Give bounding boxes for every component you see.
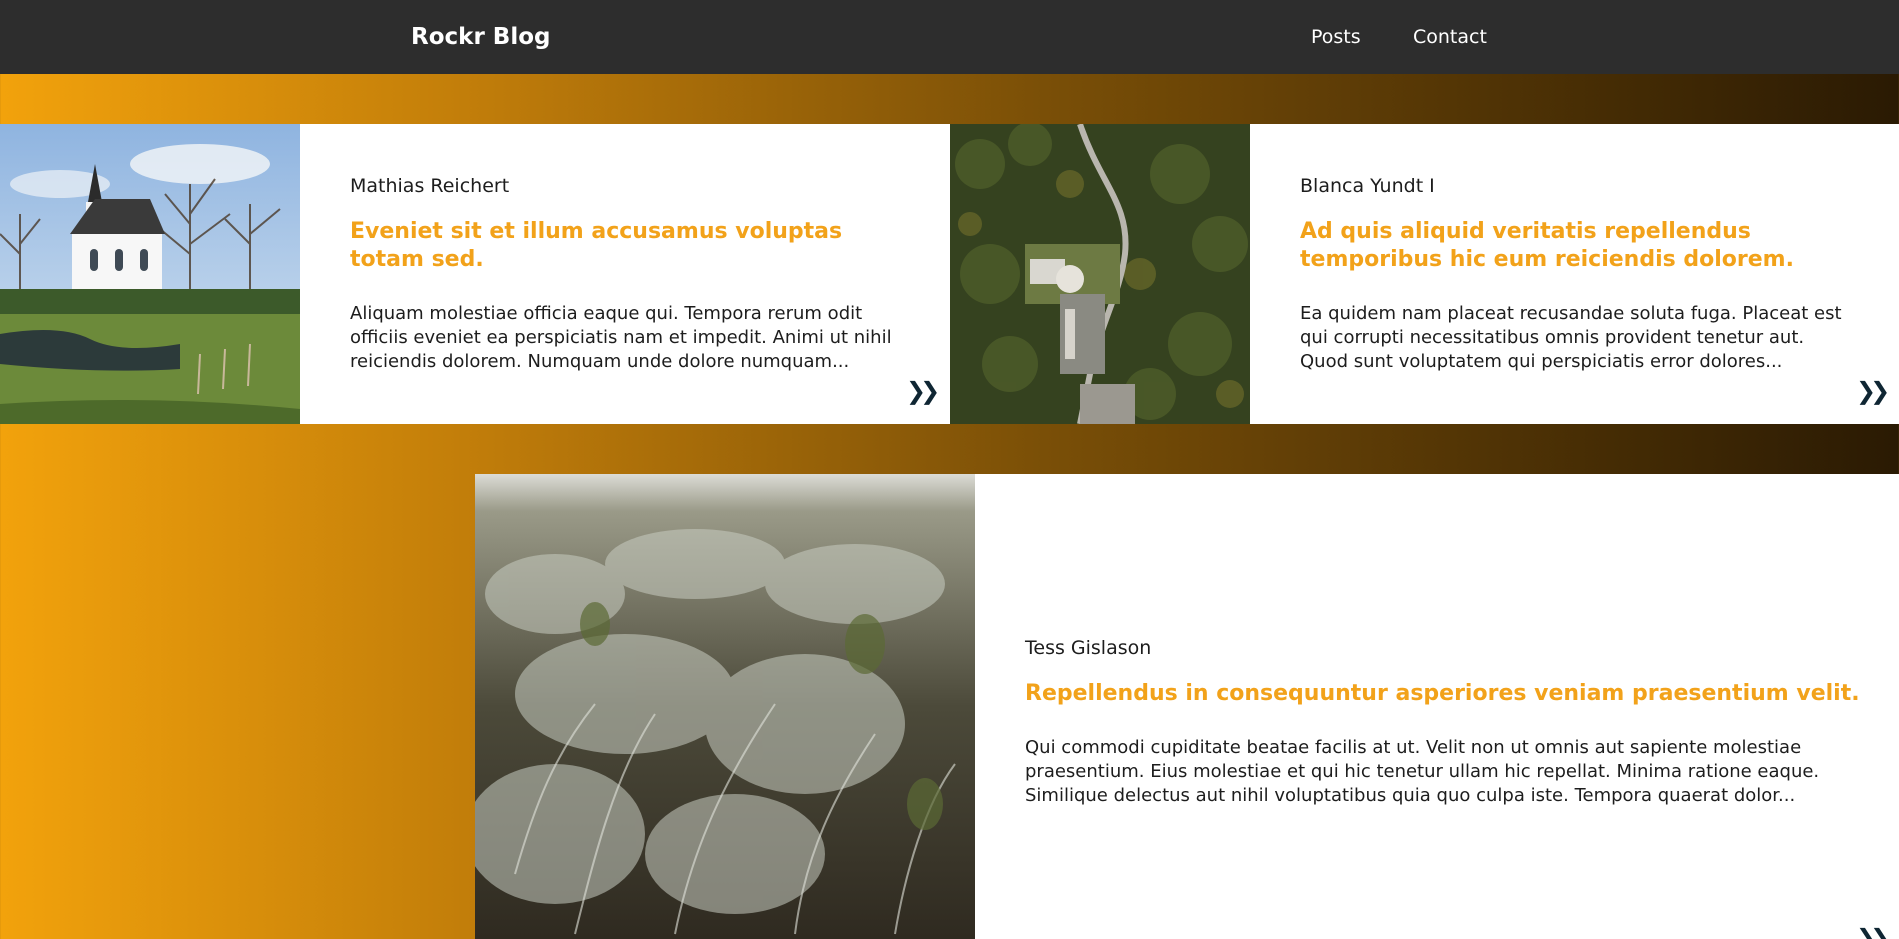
brand-logo-link[interactable]: Rockr Blog bbox=[411, 23, 550, 51]
post-image-church[interactable] bbox=[0, 124, 300, 424]
post-title[interactable]: Eveniet sit et illum accusamus voluptas … bbox=[350, 218, 910, 274]
double-chevron-right-icon[interactable]: ❯❯ bbox=[1856, 379, 1890, 403]
post-card[interactable]: Blanca Yundt I Ad quis aliquid veritatis… bbox=[950, 124, 1899, 424]
post-image-heather[interactable] bbox=[475, 474, 975, 939]
nav-contact-link[interactable]: Contact bbox=[1413, 25, 1487, 49]
post-title[interactable]: Ad quis aliquid veritatis repellendus te… bbox=[1300, 218, 1855, 274]
post-card[interactable]: Tess Gislason Repellendus in consequuntu… bbox=[475, 474, 1899, 939]
double-chevron-right-icon[interactable]: ❯❯ bbox=[906, 379, 940, 403]
post-author: Mathias Reichert bbox=[350, 175, 510, 197]
post-card-body: Mathias Reichert Eveniet sit et illum ac… bbox=[350, 174, 910, 374]
frosted-heather-photo bbox=[475, 474, 975, 939]
post-card-body: Tess Gislason Repellendus in consequuntu… bbox=[1025, 636, 1865, 808]
church-photo bbox=[0, 124, 300, 424]
post-excerpt: Aliquam molestiae officia eaque qui. Tem… bbox=[350, 303, 892, 372]
post-excerpt: Ea quidem nam placeat recusandae soluta … bbox=[1300, 303, 1842, 372]
double-chevron-right-icon[interactable]: ❯❯ bbox=[1856, 926, 1890, 939]
site-header: Rockr Blog Posts Contact bbox=[0, 0, 1899, 74]
post-title[interactable]: Repellendus in consequuntur asperiores v… bbox=[1025, 680, 1865, 708]
aerial-valley-road-photo bbox=[950, 124, 1250, 424]
post-card-body: Blanca Yundt I Ad quis aliquid veritatis… bbox=[1300, 174, 1855, 374]
post-excerpt: Qui commodi cupiditate beatae facilis at… bbox=[1025, 737, 1820, 806]
post-image-aerial[interactable] bbox=[950, 124, 1250, 424]
post-author: Blanca Yundt I bbox=[1300, 175, 1435, 197]
nav-posts-link[interactable]: Posts bbox=[1311, 25, 1361, 49]
post-author: Tess Gislason bbox=[1025, 637, 1152, 659]
post-card[interactable]: Mathias Reichert Eveniet sit et illum ac… bbox=[0, 124, 950, 424]
